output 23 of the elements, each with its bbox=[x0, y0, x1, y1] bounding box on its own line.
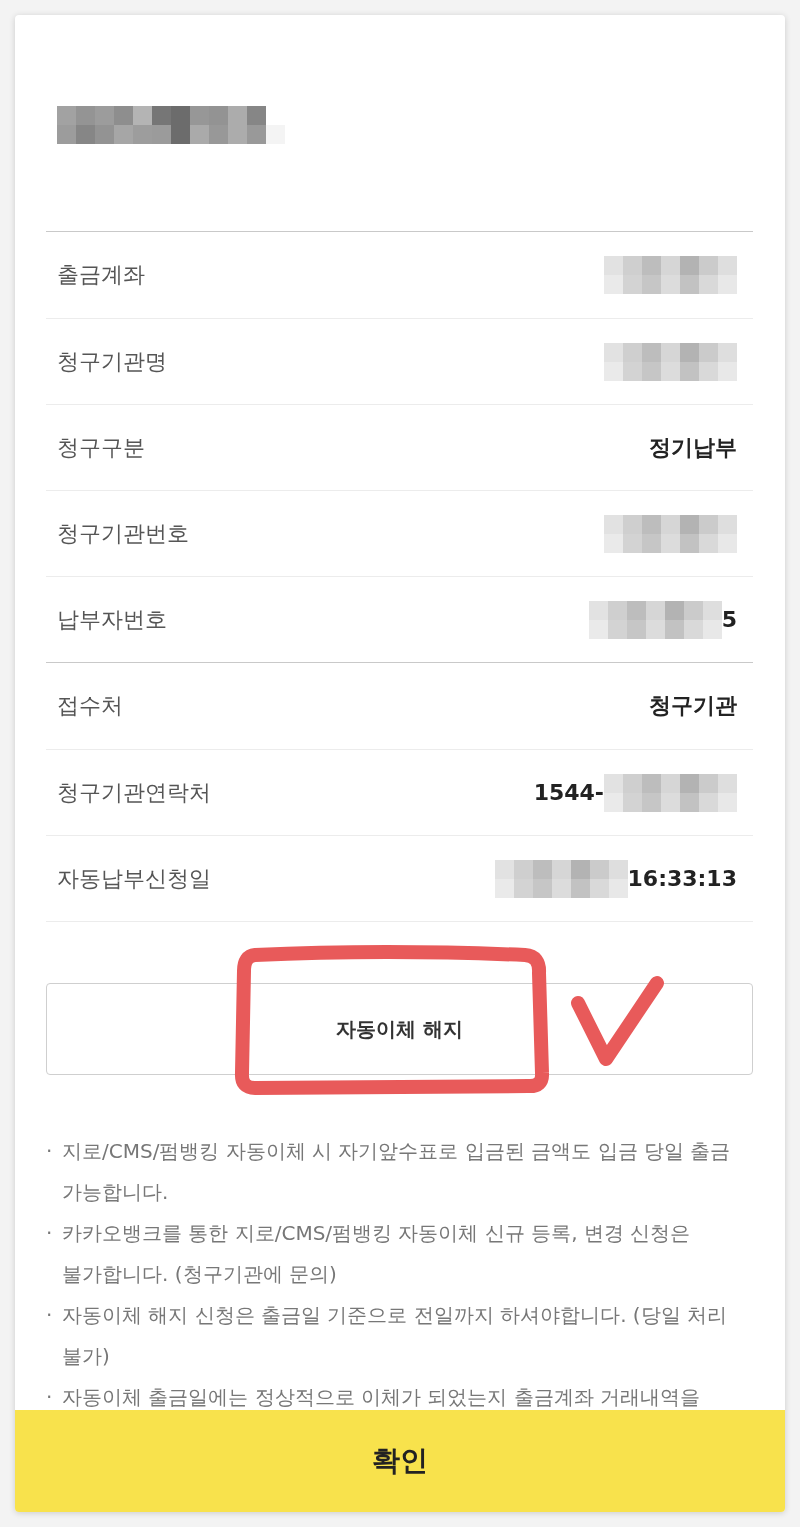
bullet-marker: · bbox=[46, 1220, 54, 1247]
row-label: 접수처 bbox=[57, 692, 123, 720]
row-label: 청구기관연락처 bbox=[57, 778, 211, 807]
row-value: 청구기관 bbox=[649, 692, 737, 720]
cancel-auto-transfer-button[interactable]: 자동이체 해지 bbox=[46, 983, 753, 1075]
row-value: 정기납부 bbox=[649, 433, 737, 462]
confirm-button[interactable]: 확인 bbox=[15, 1410, 785, 1512]
note-text: 자동이체 해지 신청은 출금일 기준으로 전일까지 하셔야합니다. (당일 처리 불가) bbox=[62, 1302, 729, 1370]
row-value: 5 bbox=[721, 607, 737, 632]
row-label: 출금계좌 bbox=[57, 261, 145, 289]
note-text: 지로/CMS/펌뱅킹 자동이체 시 자기앞수표로 입금된 금액도 입금 당일 출금 가능합니다. bbox=[62, 1138, 732, 1206]
bullet-marker: · bbox=[46, 1384, 54, 1410]
row-label: 청구기관명 bbox=[57, 347, 167, 376]
row-label: 자동납부신청일 bbox=[57, 864, 211, 893]
row-label: 청구기관번호 bbox=[57, 519, 189, 548]
row-label: 청구구분 bbox=[57, 433, 145, 462]
note-text: 카카오뱅크를 통한 지로/CMS/펌뱅킹 자동이체 신규 등록, 변경 신청은 불가합니다. (청구기관에 문의) bbox=[62, 1220, 692, 1288]
bullet-marker: · bbox=[46, 1302, 54, 1329]
row-label: 납부자번호 bbox=[57, 605, 167, 634]
row-value: 1544- bbox=[533, 780, 604, 805]
row-value: 16:33:13 bbox=[627, 866, 737, 891]
note-text: 자동이체 출금일에는 정상적으로 이체가 되었는지 출금계좌 거래내역을 bbox=[62, 1384, 702, 1410]
bullet-marker: · bbox=[46, 1138, 54, 1165]
